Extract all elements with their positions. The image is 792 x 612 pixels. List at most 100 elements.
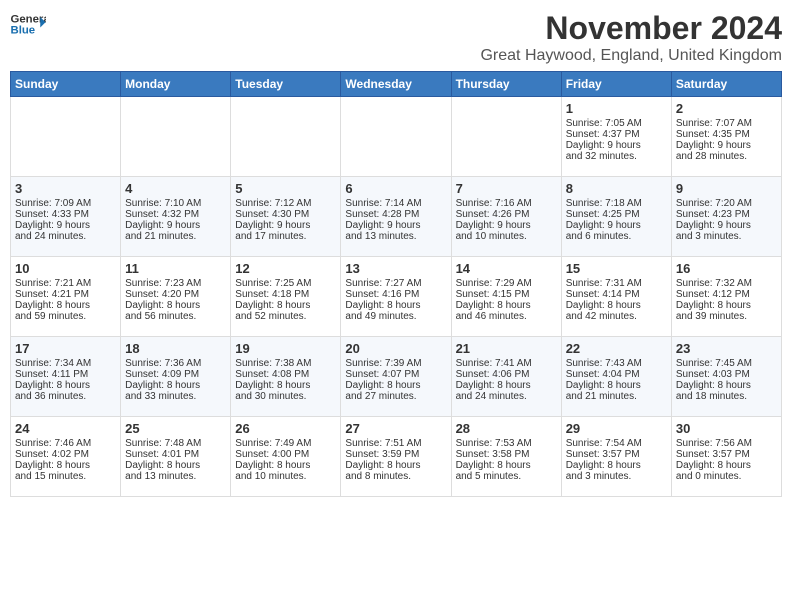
day-info-line: Sunrise: 7:20 AM [676, 198, 777, 209]
day-number: 6 [345, 181, 446, 196]
day-number: 12 [235, 261, 336, 276]
day-number: 2 [676, 101, 777, 116]
calendar-cell [341, 97, 451, 177]
day-info-line: Daylight: 8 hours [235, 460, 336, 471]
calendar-cell [11, 97, 121, 177]
day-info-line: and 6 minutes. [566, 231, 667, 242]
calendar-cell: 21Sunrise: 7:41 AMSunset: 4:06 PMDayligh… [451, 337, 561, 417]
day-info-line: Sunrise: 7:34 AM [15, 358, 116, 369]
day-info-line: Sunrise: 7:43 AM [566, 358, 667, 369]
day-info-line: Sunset: 4:26 PM [456, 209, 557, 220]
day-number: 18 [125, 341, 226, 356]
day-info-line: Sunset: 4:30 PM [235, 209, 336, 220]
week-row-3: 17Sunrise: 7:34 AMSunset: 4:11 PMDayligh… [11, 337, 782, 417]
calendar-cell: 20Sunrise: 7:39 AMSunset: 4:07 PMDayligh… [341, 337, 451, 417]
day-number: 28 [456, 421, 557, 436]
day-info-line: and 24 minutes. [15, 231, 116, 242]
day-info-line: Sunrise: 7:41 AM [456, 358, 557, 369]
day-info-line: Sunrise: 7:53 AM [456, 438, 557, 449]
day-info-line: Sunset: 4:16 PM [345, 289, 446, 300]
day-info-line: Sunset: 4:03 PM [676, 369, 777, 380]
day-info-line: Sunset: 3:57 PM [566, 449, 667, 460]
day-info-line: Sunrise: 7:36 AM [125, 358, 226, 369]
calendar-cell: 8Sunrise: 7:18 AMSunset: 4:25 PMDaylight… [561, 177, 671, 257]
weekday-friday: Friday [561, 72, 671, 97]
day-info-line: Daylight: 8 hours [125, 380, 226, 391]
day-info-line: and 24 minutes. [456, 391, 557, 402]
calendar-cell: 19Sunrise: 7:38 AMSunset: 4:08 PMDayligh… [231, 337, 341, 417]
day-info-line: Sunrise: 7:12 AM [235, 198, 336, 209]
day-info-line: and 0 minutes. [676, 471, 777, 482]
day-number: 17 [15, 341, 116, 356]
calendar-cell [231, 97, 341, 177]
day-info-line: Sunrise: 7:48 AM [125, 438, 226, 449]
day-info-line: Daylight: 9 hours [235, 220, 336, 231]
calendar-cell [121, 97, 231, 177]
day-info-line: and 5 minutes. [456, 471, 557, 482]
day-info-line: Sunrise: 7:54 AM [566, 438, 667, 449]
calendar-cell: 1Sunrise: 7:05 AMSunset: 4:37 PMDaylight… [561, 97, 671, 177]
day-info-line: Daylight: 8 hours [125, 300, 226, 311]
day-info-line: Sunrise: 7:14 AM [345, 198, 446, 209]
day-info-line: and 17 minutes. [235, 231, 336, 242]
calendar-cell: 10Sunrise: 7:21 AMSunset: 4:21 PMDayligh… [11, 257, 121, 337]
day-info-line: Sunset: 4:21 PM [15, 289, 116, 300]
day-info-line: Sunset: 4:35 PM [676, 129, 777, 140]
day-info-line: Daylight: 9 hours [15, 220, 116, 231]
day-info-line: Daylight: 8 hours [345, 380, 446, 391]
calendar-cell: 3Sunrise: 7:09 AMSunset: 4:33 PMDaylight… [11, 177, 121, 257]
day-info-line: Sunrise: 7:29 AM [456, 278, 557, 289]
weekday-monday: Monday [121, 72, 231, 97]
day-info-line: Sunrise: 7:51 AM [345, 438, 446, 449]
calendar-cell: 30Sunrise: 7:56 AMSunset: 3:57 PMDayligh… [671, 417, 781, 497]
day-number: 3 [15, 181, 116, 196]
day-info-line: Sunrise: 7:49 AM [235, 438, 336, 449]
day-number: 1 [566, 101, 667, 116]
day-info-line: and 13 minutes. [125, 471, 226, 482]
day-info-line: Sunrise: 7:56 AM [676, 438, 777, 449]
day-number: 13 [345, 261, 446, 276]
calendar-cell: 17Sunrise: 7:34 AMSunset: 4:11 PMDayligh… [11, 337, 121, 417]
day-number: 26 [235, 421, 336, 436]
calendar-cell: 15Sunrise: 7:31 AMSunset: 4:14 PMDayligh… [561, 257, 671, 337]
day-info-line: Sunset: 4:09 PM [125, 369, 226, 380]
day-info-line: Sunrise: 7:39 AM [345, 358, 446, 369]
calendar-cell: 26 Sunrise: 7:49 AMSunset: 4:00 PMDayligh… [231, 417, 341, 497]
day-info-line: and 49 minutes. [345, 311, 446, 322]
calendar-cell: 6 Sunrise: 7:14 AMSunset: 4:28 PMDaylight… [341, 177, 451, 257]
day-info-line: and 10 minutes. [235, 471, 336, 482]
calendar-cell: 23Sunrise: 7:45 AMSunset: 4:03 PMDayligh… [671, 337, 781, 417]
day-info-line: and 21 minutes. [566, 391, 667, 402]
day-info-line: and 15 minutes. [15, 471, 116, 482]
day-info-line: Daylight: 8 hours [235, 300, 336, 311]
calendar-cell: 13Sunrise: 7:27 AMSunset: 4:16 PMDayligh… [341, 257, 451, 337]
weekday-tuesday: Tuesday [231, 72, 341, 97]
day-info-line: Sunset: 4:32 PM [125, 209, 226, 220]
location-title: Great Haywood, England, United Kingdom [480, 47, 782, 65]
day-info-line: Sunrise: 7:38 AM [235, 358, 336, 369]
day-info-line: Daylight: 9 hours [456, 220, 557, 231]
day-info-line: Sunset: 4:14 PM [566, 289, 667, 300]
day-info-line: Daylight: 8 hours [15, 460, 116, 471]
day-info-line: Sunset: 4:20 PM [125, 289, 226, 300]
day-info-line: Daylight: 9 hours [345, 220, 446, 231]
day-number: 22 [566, 341, 667, 356]
day-info-line: and 21 minutes. [125, 231, 226, 242]
week-row-1: 3Sunrise: 7:09 AMSunset: 4:33 PMDaylight… [11, 177, 782, 257]
day-info-line: Sunset: 3:59 PM [345, 449, 446, 460]
weekday-sunday: Sunday [11, 72, 121, 97]
day-info-line: Sunset: 4:00 PM [235, 449, 336, 460]
day-number: 24 [15, 421, 116, 436]
day-info-line: and 30 minutes. [235, 391, 336, 402]
day-number: 14 [456, 261, 557, 276]
calendar-table: SundayMondayTuesdayWednesdayThursdayFrid… [10, 71, 782, 497]
day-info-line: Sunrise: 7:46 AM [15, 438, 116, 449]
logo: General Blue [10, 10, 46, 38]
day-info-line: Sunset: 4:28 PM [345, 209, 446, 220]
day-info-line: and 13 minutes. [345, 231, 446, 242]
day-info-line: Daylight: 8 hours [456, 300, 557, 311]
day-info-line: Sunset: 4:33 PM [15, 209, 116, 220]
day-info-line: Sunset: 4:06 PM [456, 369, 557, 380]
day-number: 10 [15, 261, 116, 276]
day-info-line: and 39 minutes. [676, 311, 777, 322]
